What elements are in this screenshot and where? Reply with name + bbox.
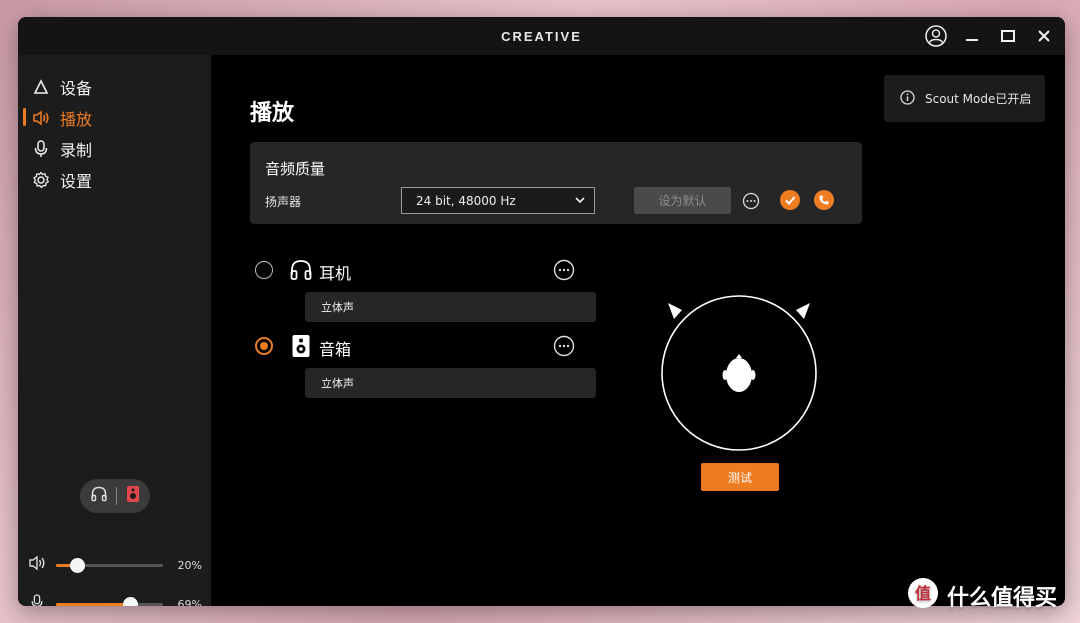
headphones-icon[interactable] (90, 485, 108, 507)
title-bar: CREATIVE (18, 17, 1065, 55)
audio-quality-card: 音频质量 扬声器 24 bit, 48000 Hz 设为默认 (250, 142, 862, 224)
mic-slider-fill (56, 602, 130, 606)
headphones-label: 耳机 (319, 264, 352, 283)
chevron-down-icon (574, 194, 586, 209)
speaker-layout-diagram (661, 295, 817, 451)
sidebar-item-label: 播放 (60, 110, 93, 129)
volume-icon[interactable] (28, 555, 46, 575)
active-indicator (23, 108, 26, 126)
mic-slider-row: 69% (28, 594, 208, 606)
watermark: 值 什么值得买 (907, 577, 1057, 615)
window-controls (925, 17, 1055, 55)
right-speaker-icon[interactable] (796, 303, 810, 319)
minimize-button[interactable] (961, 25, 983, 47)
microphone-icon (32, 140, 50, 158)
app-window: CREATIVE 设备 播放 录制 设置 20% 69% 播放 Scout Mo… (18, 17, 1065, 606)
volume-slider-row: 20% (28, 555, 208, 575)
volume-slider[interactable] (56, 557, 163, 573)
scout-mode-badge[interactable]: Scout Mode已开启 (884, 75, 1045, 122)
toggle-divider (115, 487, 117, 505)
output-toggle[interactable] (80, 479, 150, 513)
audio-format-select[interactable]: 24 bit, 48000 Hz (401, 187, 595, 214)
sidebar-item-label: 设备 (60, 79, 93, 98)
info-icon (900, 89, 915, 108)
listener-head-icon (722, 354, 756, 392)
mic-slider[interactable] (56, 596, 163, 606)
speakers-label: 音箱 (319, 340, 352, 359)
set-default-button[interactable]: 设为默认 (634, 187, 731, 214)
speaker-icon (32, 109, 50, 127)
sidebar-item-label: 录制 (60, 141, 93, 160)
volume-slider-knob[interactable] (70, 557, 86, 573)
speakers-mode[interactable]: 立体声 (305, 368, 596, 398)
mic-value: 69% (177, 597, 202, 607)
sidebar-item-devices[interactable]: 设备 (32, 74, 92, 100)
headphones-icon (289, 258, 313, 282)
sidebar-item-label: 设置 (60, 172, 93, 191)
brand-logo: CREATIVE (501, 28, 582, 44)
close-button[interactable] (1033, 25, 1055, 47)
device-triangle-icon (32, 78, 50, 96)
speaker-box-icon[interactable] (125, 485, 141, 507)
svg-text:值: 值 (915, 584, 931, 603)
phone-icon[interactable] (814, 190, 834, 210)
more-options-icon[interactable] (741, 191, 761, 211)
speakers-more-icon[interactable] (553, 335, 575, 361)
device-row-headphones[interactable]: 耳机 (255, 256, 585, 284)
checkmark-icon[interactable] (780, 190, 800, 210)
main-panel: 播放 Scout Mode已开启 音频质量 扬声器 24 bit, 48000 … (211, 55, 1065, 606)
speakers-radio[interactable] (255, 337, 273, 355)
page-title: 播放 (250, 101, 295, 126)
speaker-label: 扬声器 (265, 195, 302, 209)
test-button[interactable]: 测试 (701, 463, 779, 491)
watermark-text: 什么值得买 (947, 586, 1058, 611)
headphones-mode[interactable]: 立体声 (305, 292, 596, 322)
sidebar-item-playback[interactable]: 播放 (32, 105, 92, 131)
left-speaker-icon[interactable] (668, 303, 682, 319)
headphones-radio[interactable] (255, 261, 273, 279)
sidebar-item-recording[interactable]: 录制 (32, 136, 92, 162)
headphones-more-icon[interactable] (553, 259, 575, 285)
audio-format-value: 24 bit, 48000 Hz (416, 193, 516, 208)
volume-value: 20% (177, 558, 202, 572)
maximize-button[interactable] (997, 25, 1019, 47)
sidebar: 设备 播放 录制 设置 20% 69% (18, 55, 211, 606)
scout-mode-label: Scout Mode已开启 (925, 92, 1032, 106)
watermark-logo-icon: 值 (907, 577, 939, 615)
audio-quality-title: 音频质量 (265, 160, 326, 178)
gear-icon (32, 171, 50, 189)
mic-slider-knob[interactable] (122, 596, 138, 606)
sidebar-item-settings[interactable]: 设置 (32, 167, 92, 193)
device-row-speakers[interactable]: 音箱 (255, 332, 585, 360)
speaker-box-icon (289, 334, 313, 358)
microphone-icon[interactable] (28, 593, 44, 606)
account-icon[interactable] (925, 25, 947, 47)
